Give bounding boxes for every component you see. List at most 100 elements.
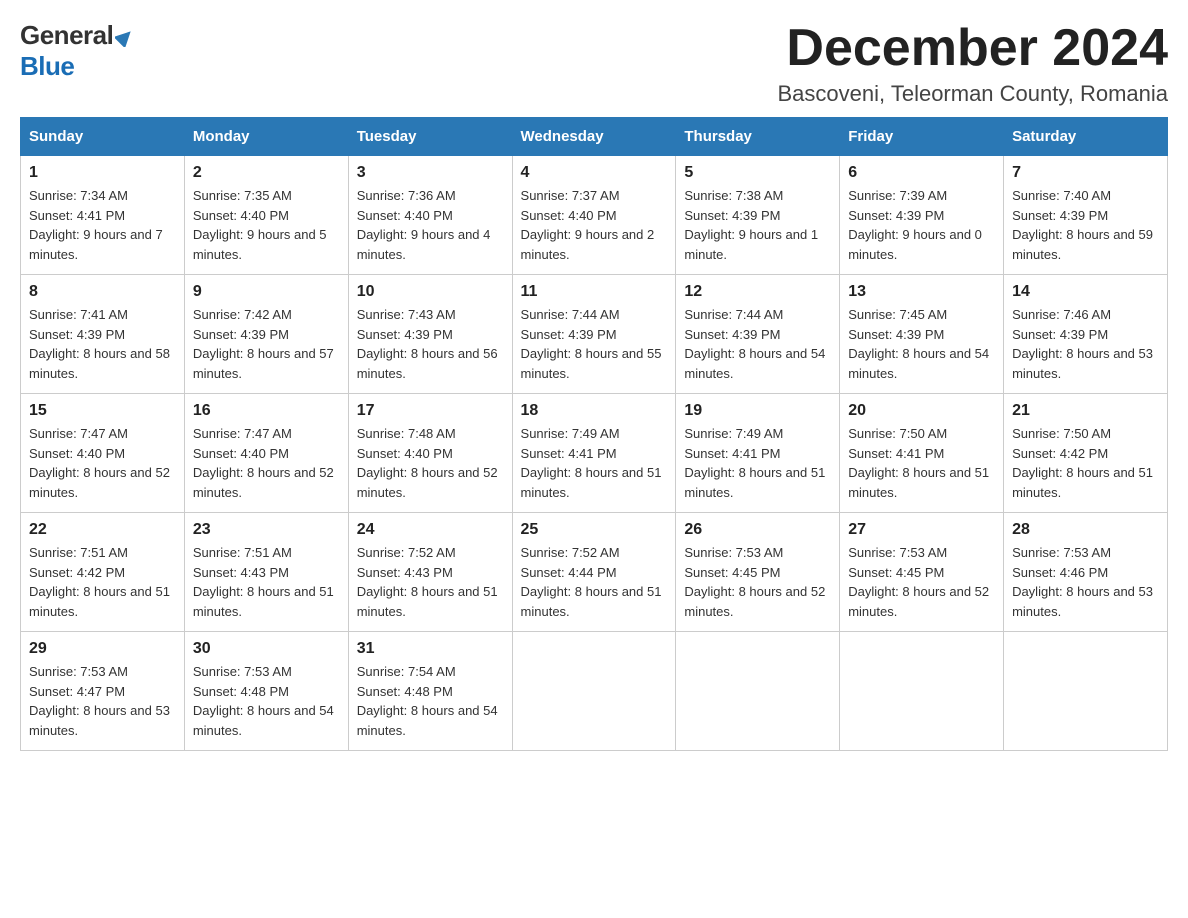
day-number: 9 bbox=[193, 283, 340, 301]
day-number: 3 bbox=[357, 164, 504, 182]
calendar-cell: 4 Sunrise: 7:37 AM Sunset: 4:40 PM Dayli… bbox=[512, 156, 676, 275]
calendar-header-monday: Monday bbox=[184, 118, 348, 156]
day-info: Sunrise: 7:39 AM Sunset: 4:39 PM Dayligh… bbox=[848, 186, 995, 264]
calendar-cell: 20 Sunrise: 7:50 AM Sunset: 4:41 PM Dayl… bbox=[840, 394, 1004, 513]
day-info: Sunrise: 7:49 AM Sunset: 4:41 PM Dayligh… bbox=[521, 424, 668, 502]
calendar-week-row: 22 Sunrise: 7:51 AM Sunset: 4:42 PM Dayl… bbox=[21, 513, 1168, 632]
calendar-cell: 2 Sunrise: 7:35 AM Sunset: 4:40 PM Dayli… bbox=[184, 156, 348, 275]
calendar-cell: 17 Sunrise: 7:48 AM Sunset: 4:40 PM Dayl… bbox=[348, 394, 512, 513]
page-header: General Blue December 2024 Bascoveni, Te… bbox=[20, 20, 1168, 107]
calendar-header-wednesday: Wednesday bbox=[512, 118, 676, 156]
calendar-cell bbox=[840, 632, 1004, 751]
calendar-cell: 16 Sunrise: 7:47 AM Sunset: 4:40 PM Dayl… bbox=[184, 394, 348, 513]
calendar-table: SundayMondayTuesdayWednesdayThursdayFrid… bbox=[20, 117, 1168, 751]
day-info: Sunrise: 7:53 AM Sunset: 4:46 PM Dayligh… bbox=[1012, 543, 1159, 621]
calendar-header-sunday: Sunday bbox=[21, 118, 185, 156]
day-number: 25 bbox=[521, 521, 668, 539]
day-info: Sunrise: 7:44 AM Sunset: 4:39 PM Dayligh… bbox=[684, 305, 831, 383]
day-info: Sunrise: 7:53 AM Sunset: 4:47 PM Dayligh… bbox=[29, 662, 176, 740]
calendar-cell: 15 Sunrise: 7:47 AM Sunset: 4:40 PM Dayl… bbox=[21, 394, 185, 513]
day-number: 31 bbox=[357, 640, 504, 658]
calendar-cell: 28 Sunrise: 7:53 AM Sunset: 4:46 PM Dayl… bbox=[1004, 513, 1168, 632]
day-number: 27 bbox=[848, 521, 995, 539]
calendar-cell: 22 Sunrise: 7:51 AM Sunset: 4:42 PM Dayl… bbox=[21, 513, 185, 632]
day-info: Sunrise: 7:54 AM Sunset: 4:48 PM Dayligh… bbox=[357, 662, 504, 740]
day-info: Sunrise: 7:52 AM Sunset: 4:44 PM Dayligh… bbox=[521, 543, 668, 621]
day-number: 17 bbox=[357, 402, 504, 420]
day-number: 4 bbox=[521, 164, 668, 182]
day-number: 28 bbox=[1012, 521, 1159, 539]
calendar-header-thursday: Thursday bbox=[676, 118, 840, 156]
day-number: 10 bbox=[357, 283, 504, 301]
calendar-cell: 6 Sunrise: 7:39 AM Sunset: 4:39 PM Dayli… bbox=[840, 156, 1004, 275]
calendar-cell: 11 Sunrise: 7:44 AM Sunset: 4:39 PM Dayl… bbox=[512, 275, 676, 394]
day-info: Sunrise: 7:51 AM Sunset: 4:43 PM Dayligh… bbox=[193, 543, 340, 621]
calendar-cell: 25 Sunrise: 7:52 AM Sunset: 4:44 PM Dayl… bbox=[512, 513, 676, 632]
calendar-cell: 12 Sunrise: 7:44 AM Sunset: 4:39 PM Dayl… bbox=[676, 275, 840, 394]
day-info: Sunrise: 7:34 AM Sunset: 4:41 PM Dayligh… bbox=[29, 186, 176, 264]
calendar-cell: 26 Sunrise: 7:53 AM Sunset: 4:45 PM Dayl… bbox=[676, 513, 840, 632]
logo-blue-text: Blue bbox=[20, 51, 74, 81]
calendar-cell: 19 Sunrise: 7:49 AM Sunset: 4:41 PM Dayl… bbox=[676, 394, 840, 513]
day-info: Sunrise: 7:44 AM Sunset: 4:39 PM Dayligh… bbox=[521, 305, 668, 383]
day-info: Sunrise: 7:50 AM Sunset: 4:41 PM Dayligh… bbox=[848, 424, 995, 502]
day-number: 6 bbox=[848, 164, 995, 182]
calendar-cell: 23 Sunrise: 7:51 AM Sunset: 4:43 PM Dayl… bbox=[184, 513, 348, 632]
day-number: 21 bbox=[1012, 402, 1159, 420]
calendar-cell: 21 Sunrise: 7:50 AM Sunset: 4:42 PM Dayl… bbox=[1004, 394, 1168, 513]
calendar-cell: 8 Sunrise: 7:41 AM Sunset: 4:39 PM Dayli… bbox=[21, 275, 185, 394]
day-info: Sunrise: 7:49 AM Sunset: 4:41 PM Dayligh… bbox=[684, 424, 831, 502]
month-title: December 2024 bbox=[778, 20, 1169, 77]
day-number: 18 bbox=[521, 402, 668, 420]
day-info: Sunrise: 7:46 AM Sunset: 4:39 PM Dayligh… bbox=[1012, 305, 1159, 383]
day-number: 29 bbox=[29, 640, 176, 658]
day-info: Sunrise: 7:53 AM Sunset: 4:45 PM Dayligh… bbox=[684, 543, 831, 621]
calendar-cell bbox=[676, 632, 840, 751]
day-info: Sunrise: 7:38 AM Sunset: 4:39 PM Dayligh… bbox=[684, 186, 831, 264]
calendar-cell: 1 Sunrise: 7:34 AM Sunset: 4:41 PM Dayli… bbox=[21, 156, 185, 275]
calendar-cell: 9 Sunrise: 7:42 AM Sunset: 4:39 PM Dayli… bbox=[184, 275, 348, 394]
calendar-cell: 7 Sunrise: 7:40 AM Sunset: 4:39 PM Dayli… bbox=[1004, 156, 1168, 275]
logo-general-text: General bbox=[20, 20, 113, 51]
calendar-cell: 13 Sunrise: 7:45 AM Sunset: 4:39 PM Dayl… bbox=[840, 275, 1004, 394]
day-number: 14 bbox=[1012, 283, 1159, 301]
day-number: 30 bbox=[193, 640, 340, 658]
calendar-week-row: 29 Sunrise: 7:53 AM Sunset: 4:47 PM Dayl… bbox=[21, 632, 1168, 751]
day-info: Sunrise: 7:47 AM Sunset: 4:40 PM Dayligh… bbox=[29, 424, 176, 502]
calendar-cell: 31 Sunrise: 7:54 AM Sunset: 4:48 PM Dayl… bbox=[348, 632, 512, 751]
day-info: Sunrise: 7:41 AM Sunset: 4:39 PM Dayligh… bbox=[29, 305, 176, 383]
location-title: Bascoveni, Teleorman County, Romania bbox=[778, 81, 1169, 107]
calendar-cell: 27 Sunrise: 7:53 AM Sunset: 4:45 PM Dayl… bbox=[840, 513, 1004, 632]
day-info: Sunrise: 7:42 AM Sunset: 4:39 PM Dayligh… bbox=[193, 305, 340, 383]
day-info: Sunrise: 7:53 AM Sunset: 4:48 PM Dayligh… bbox=[193, 662, 340, 740]
day-number: 13 bbox=[848, 283, 995, 301]
day-number: 23 bbox=[193, 521, 340, 539]
calendar-cell bbox=[1004, 632, 1168, 751]
title-section: December 2024 Bascoveni, Teleorman Count… bbox=[778, 20, 1169, 107]
day-number: 5 bbox=[684, 164, 831, 182]
day-info: Sunrise: 7:52 AM Sunset: 4:43 PM Dayligh… bbox=[357, 543, 504, 621]
day-number: 2 bbox=[193, 164, 340, 182]
day-number: 19 bbox=[684, 402, 831, 420]
day-number: 11 bbox=[521, 283, 668, 301]
day-info: Sunrise: 7:36 AM Sunset: 4:40 PM Dayligh… bbox=[357, 186, 504, 264]
calendar-cell bbox=[512, 632, 676, 751]
day-number: 15 bbox=[29, 402, 176, 420]
calendar-cell: 10 Sunrise: 7:43 AM Sunset: 4:39 PM Dayl… bbox=[348, 275, 512, 394]
day-info: Sunrise: 7:45 AM Sunset: 4:39 PM Dayligh… bbox=[848, 305, 995, 383]
day-number: 24 bbox=[357, 521, 504, 539]
day-number: 12 bbox=[684, 283, 831, 301]
day-info: Sunrise: 7:48 AM Sunset: 4:40 PM Dayligh… bbox=[357, 424, 504, 502]
day-number: 20 bbox=[848, 402, 995, 420]
calendar-week-row: 8 Sunrise: 7:41 AM Sunset: 4:39 PM Dayli… bbox=[21, 275, 1168, 394]
calendar-cell: 24 Sunrise: 7:52 AM Sunset: 4:43 PM Dayl… bbox=[348, 513, 512, 632]
day-info: Sunrise: 7:50 AM Sunset: 4:42 PM Dayligh… bbox=[1012, 424, 1159, 502]
day-info: Sunrise: 7:51 AM Sunset: 4:42 PM Dayligh… bbox=[29, 543, 176, 621]
day-number: 22 bbox=[29, 521, 176, 539]
calendar-header-friday: Friday bbox=[840, 118, 1004, 156]
logo: General Blue bbox=[20, 20, 135, 82]
calendar-cell: 29 Sunrise: 7:53 AM Sunset: 4:47 PM Dayl… bbox=[21, 632, 185, 751]
logo-arrow-icon bbox=[115, 27, 135, 47]
calendar-cell: 3 Sunrise: 7:36 AM Sunset: 4:40 PM Dayli… bbox=[348, 156, 512, 275]
calendar-cell: 18 Sunrise: 7:49 AM Sunset: 4:41 PM Dayl… bbox=[512, 394, 676, 513]
